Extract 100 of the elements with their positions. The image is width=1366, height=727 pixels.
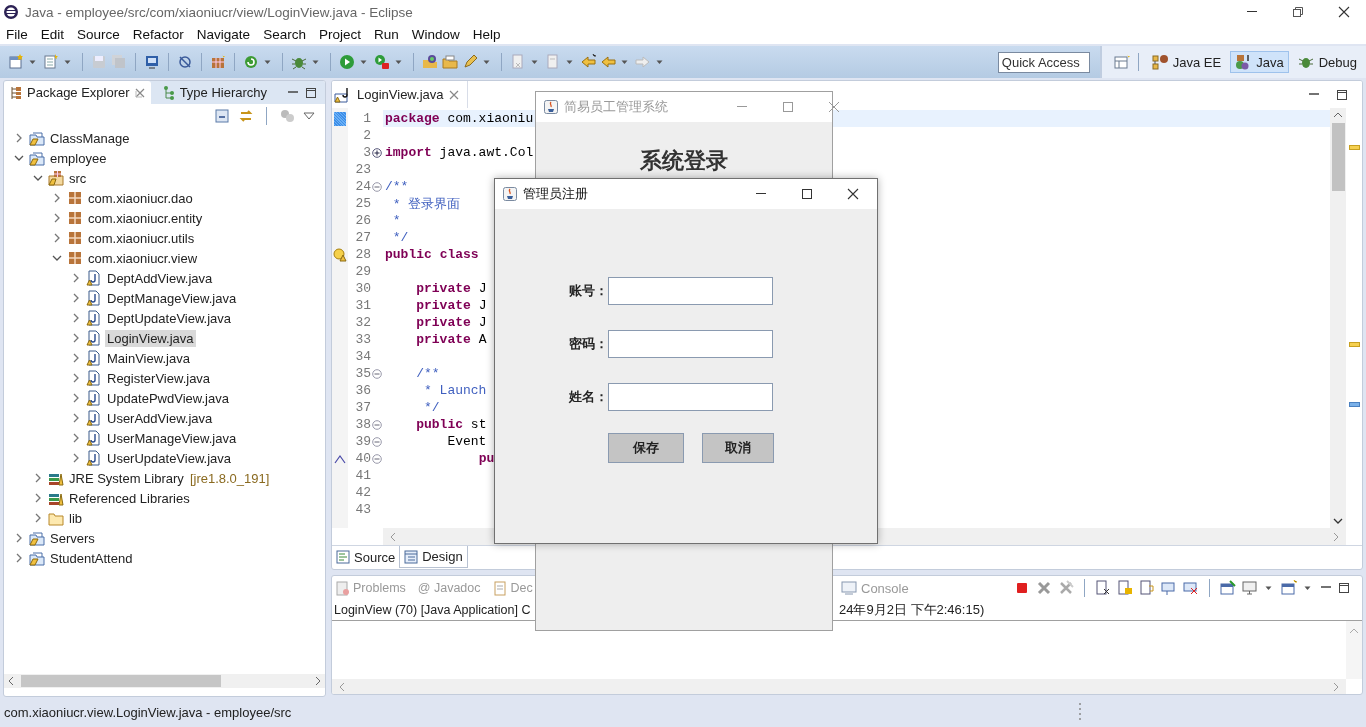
chevron-right-icon[interactable] [71,453,81,463]
view-menu-icon[interactable] [303,112,315,120]
chevron-right-icon[interactable] [14,133,24,143]
chevron-right-icon[interactable] [52,193,62,203]
word-wrap-icon[interactable] [1139,580,1155,596]
menu-item[interactable]: Navigate [196,26,260,42]
chevron-right-icon[interactable] [52,233,62,243]
scrollbar-thumb[interactable] [21,675,221,687]
caret-icon[interactable] [29,59,36,65]
caret-icon[interactable] [264,59,271,65]
new-console-icon[interactable] [1281,580,1297,596]
caret-icon[interactable] [64,59,71,65]
folder-icon[interactable] [442,54,458,70]
horizontal-scrollbar[interactable] [4,674,325,688]
menu-item[interactable]: Help [472,26,510,42]
pin-icon[interactable] [1220,580,1236,596]
tree-item[interactable]: UserManageView.java [105,429,239,447]
tree-item[interactable]: UpdatePwdView.java [105,389,231,407]
editor-mode-tab[interactable]: Design [399,546,468,568]
remove-all-icon[interactable] [1058,580,1074,596]
tree-item[interactable]: JRE System Library [67,469,186,487]
chevron-right-icon[interactable] [71,313,81,323]
chevron-right-icon[interactable] [71,273,81,283]
caret-icon[interactable] [656,59,663,65]
tree-item[interactable]: StudentAttend [48,549,135,567]
caret-icon[interactable] [483,59,490,65]
scroll-right-icon[interactable] [1332,531,1340,542]
clear-console-icon[interactable] [1095,580,1111,596]
chevron-right-icon[interactable] [71,333,81,343]
run-tool-icon[interactable] [374,54,390,70]
refresh-icon[interactable] [243,54,259,70]
chevron-down-icon[interactable] [14,153,24,163]
menu-item[interactable]: Run [373,26,408,42]
close-icon[interactable] [847,188,859,200]
editor-mode-tab[interactable]: Source [332,546,400,568]
chevron-right-icon[interactable] [71,393,81,403]
tree-item[interactable]: Servers [48,529,97,547]
scroll-right-icon[interactable] [1332,681,1340,692]
scroll-left-icon[interactable] [389,531,397,542]
input-field[interactable] [608,383,773,411]
open-type-icon[interactable] [422,54,438,70]
monitor-icon[interactable] [1242,580,1258,596]
scroll-lock-icon[interactable] [1117,580,1133,596]
package-icon[interactable] [210,54,226,70]
maximize-icon[interactable] [305,86,317,99]
back-arrow-icon[interactable] [600,54,616,70]
scroll-left-icon[interactable] [7,676,15,686]
collapse-fold-icon[interactable] [372,453,382,464]
tree-item[interactable]: com.xiaoniucr.utils [86,229,197,247]
chevron-right-icon[interactable] [33,513,43,523]
tree-item[interactable]: RegisterView.java [105,369,213,387]
input-field[interactable] [608,277,773,305]
grip-icon[interactable] [1078,701,1082,723]
tree-item[interactable]: Referenced Libraries [67,489,192,507]
chevron-right-icon[interactable] [71,293,81,303]
perspective-button[interactable]: Java EE [1146,51,1227,73]
tree-item[interactable]: com.xiaoniucr.dao [86,189,195,207]
caret-icon[interactable] [360,59,367,65]
tree-item[interactable]: employee [48,149,109,167]
scrollbar-thumb[interactable] [1331,123,1345,191]
chevron-down-icon[interactable] [52,253,62,263]
close-icon[interactable] [1338,6,1350,18]
last-edit-icon[interactable] [580,54,596,70]
collapse-all-icon[interactable] [214,108,230,124]
tree-item[interactable]: DeptManageView.java [105,289,239,307]
link-editor-icon[interactable] [238,108,254,124]
chevron-right-icon[interactable] [33,493,43,503]
horizontal-scrollbar[interactable] [332,679,1346,694]
maximize-icon[interactable] [801,188,813,200]
stop-icon[interactable] [1014,580,1030,596]
pin-console-icon[interactable] [1161,580,1177,596]
tree-item[interactable]: UserAddView.java [105,409,215,427]
chevron-right-icon[interactable] [71,413,81,423]
scroll-down-icon[interactable] [1333,517,1343,525]
chevron-right-icon[interactable] [71,353,81,363]
new-file-icon[interactable] [8,54,24,70]
tree-item[interactable]: lib [67,509,84,527]
collapse-fold-icon[interactable] [372,436,382,447]
collapse-fold-icon[interactable] [372,419,382,430]
new-item-icon[interactable] [43,54,59,70]
tree-item[interactable]: com.xiaoniucr.view [86,249,200,267]
caret-icon[interactable] [566,59,573,65]
collapse-fold-icon[interactable] [372,181,382,192]
menu-item[interactable]: Refactor [132,26,193,42]
restore-icon[interactable] [1292,6,1304,18]
chevron-right-icon[interactable] [14,553,24,563]
tree-item[interactable]: src [67,169,89,187]
menu-item[interactable]: Project [318,26,370,42]
maximize-icon[interactable] [1338,582,1350,594]
chevron-right-icon[interactable] [71,373,81,383]
pen-icon[interactable] [462,54,478,70]
caret-icon[interactable] [621,59,628,65]
caret-icon[interactable] [1265,585,1272,591]
remove-icon[interactable] [1036,580,1052,596]
menu-item[interactable]: Window [411,26,469,42]
maximize-icon[interactable] [1336,88,1348,101]
vertical-scrollbar[interactable] [1330,108,1346,528]
tree-item[interactable]: MainView.java [105,349,192,367]
chevron-down-icon[interactable] [33,173,43,183]
view-tab[interactable]: Type Hierarchy [156,81,274,104]
